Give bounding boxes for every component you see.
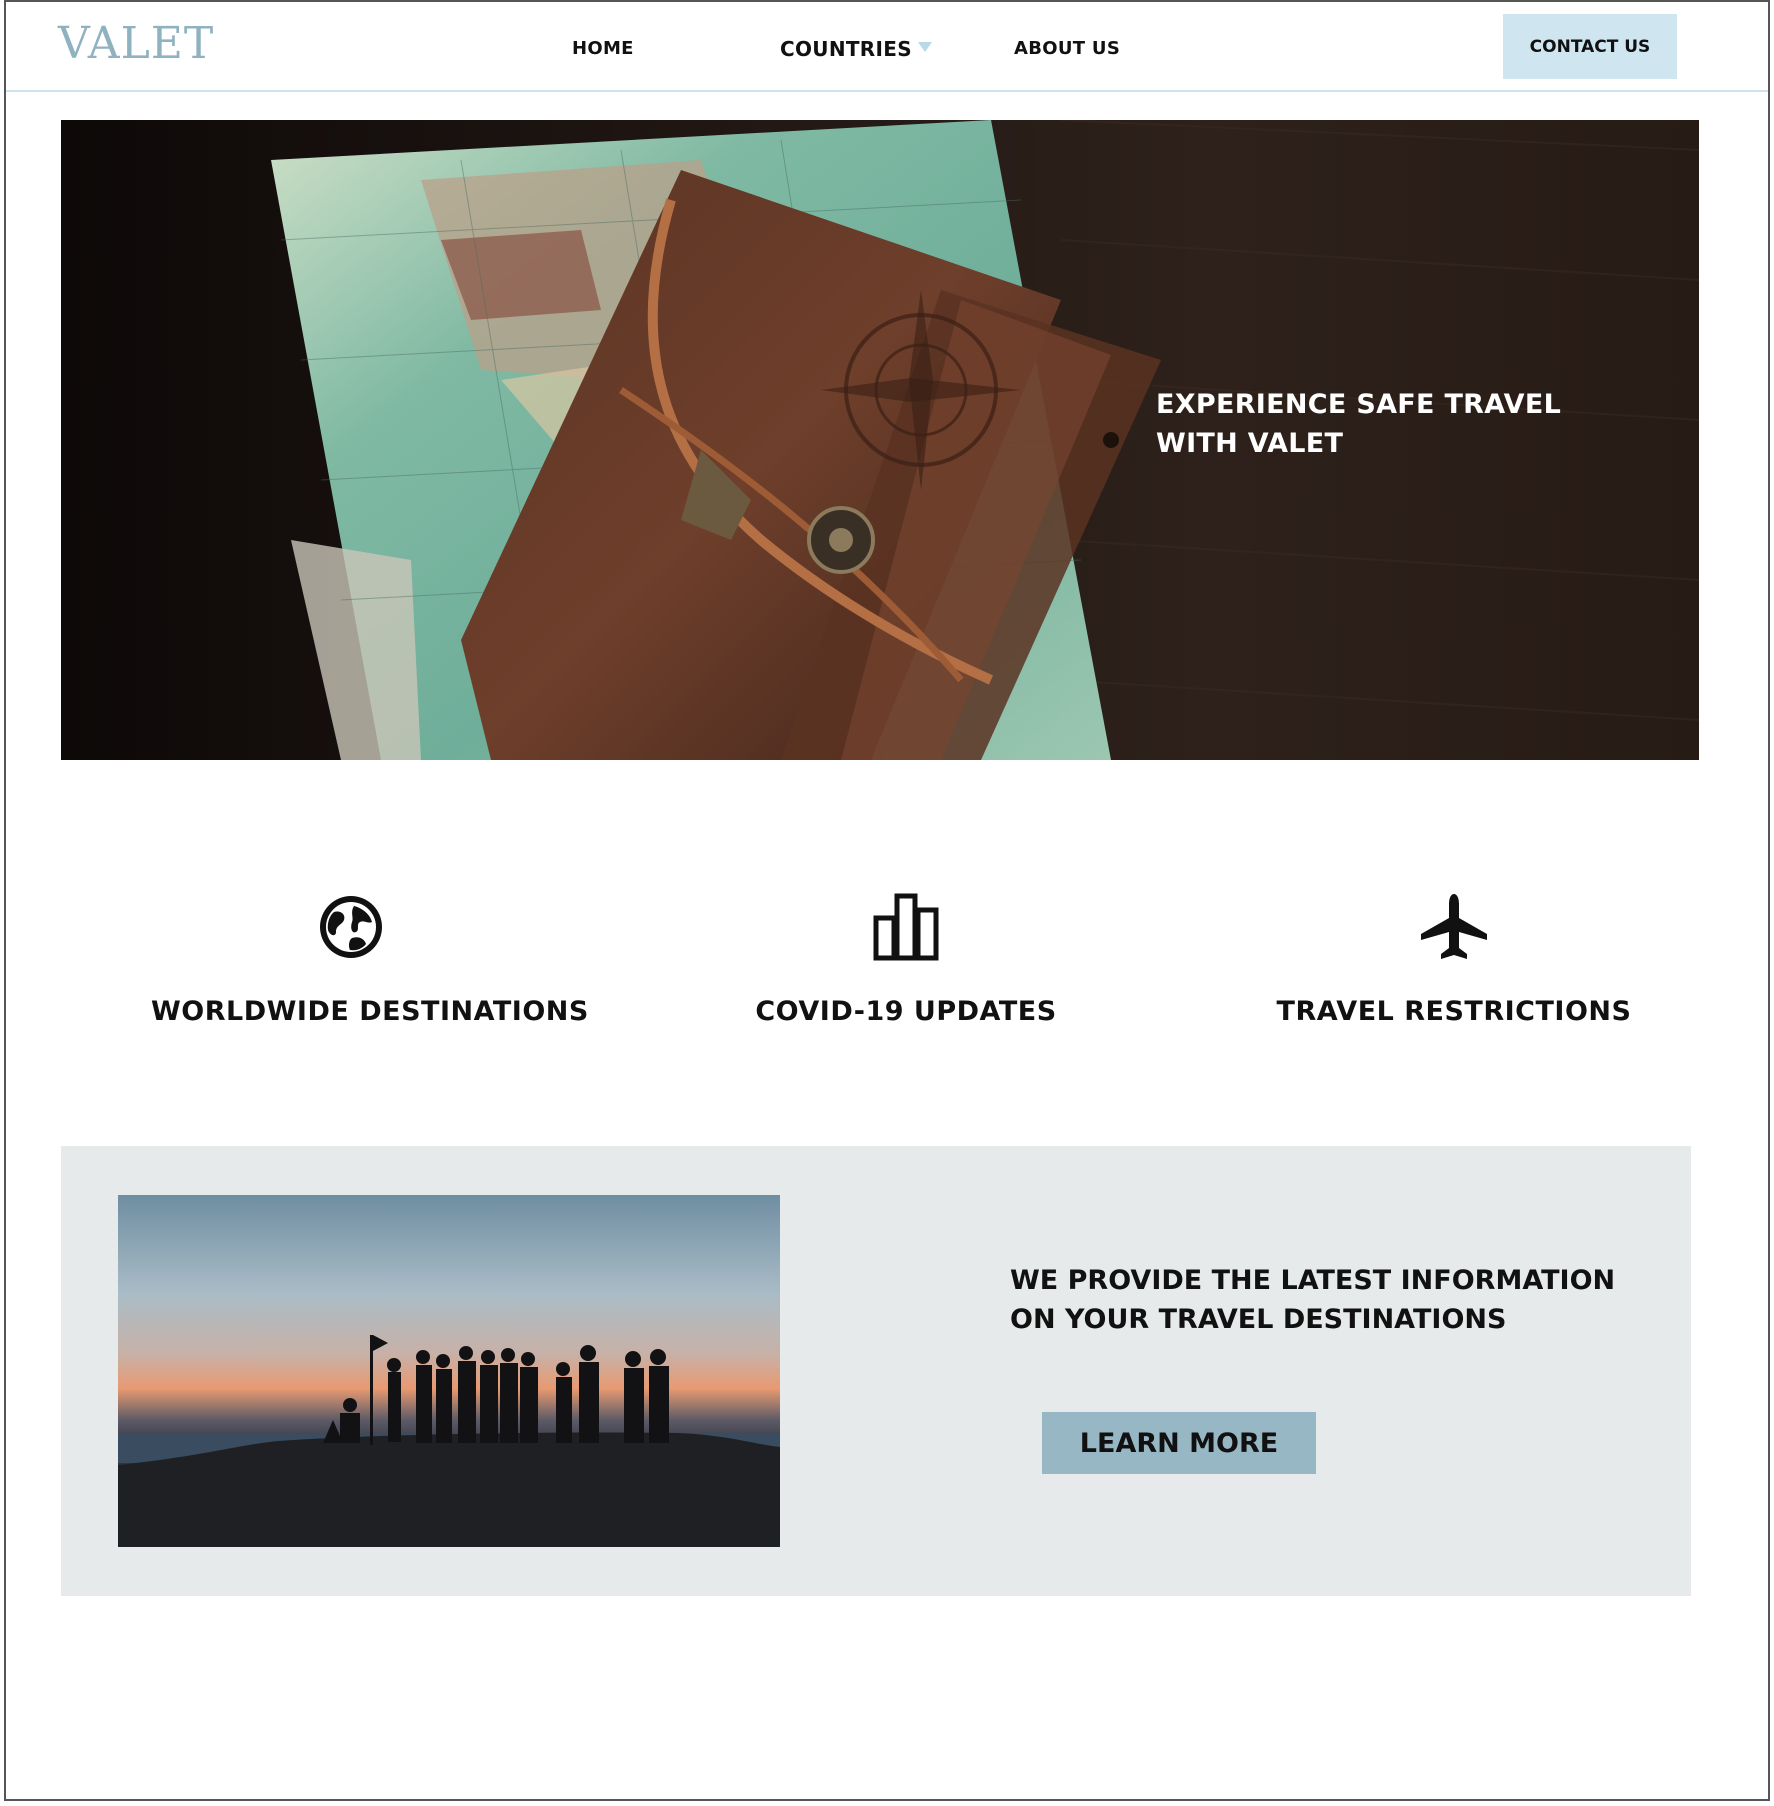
site-header: VALET HOME COUNTRIES ABOUT US CONTACT US xyxy=(6,2,1768,92)
page-frame: VALET HOME COUNTRIES ABOUT US CONTACT US xyxy=(4,0,1770,1801)
nav-home[interactable]: HOME xyxy=(572,38,634,59)
feature-label: COVID-19 UPDATES xyxy=(755,996,1057,1027)
nav-countries[interactable]: COUNTRIES xyxy=(780,37,932,61)
chevron-down-icon xyxy=(917,42,932,52)
contact-button[interactable]: CONTACT US xyxy=(1503,14,1677,79)
learn-more-button[interactable]: LEARN MORE xyxy=(1042,1412,1316,1474)
feature-label: WORLDWIDE DESTINATIONS xyxy=(151,996,589,1027)
info-panel: WE PROVIDE THE LATEST INFORMATION ON YOU… xyxy=(61,1146,1691,1596)
hero-headline: EXPERIENCE SAFE TRAVEL WITH VALET xyxy=(1156,389,1562,459)
feature-label: TRAVEL RESTRICTIONS xyxy=(1276,996,1632,1027)
feature-worldwide[interactable]: WORLDWIDE DESTINATIONS xyxy=(151,892,589,1027)
feature-restrictions[interactable]: TRAVEL RESTRICTIONS xyxy=(1254,892,1654,1027)
globe-icon xyxy=(151,892,551,966)
bar-chart-icon xyxy=(706,892,1106,966)
airplane-icon xyxy=(1254,892,1654,966)
group-sunset-photo xyxy=(118,1195,780,1547)
nav-countries-label: COUNTRIES xyxy=(780,37,912,61)
info-text: WE PROVIDE THE LATEST INFORMATION ON YOU… xyxy=(1010,1265,1616,1335)
hero-banner: EXPERIENCE SAFE TRAVEL WITH VALET xyxy=(61,120,1699,760)
logo[interactable]: VALET xyxy=(58,22,214,66)
nav-about[interactable]: ABOUT US xyxy=(1014,38,1120,59)
feature-covid[interactable]: COVID-19 UPDATES xyxy=(706,892,1106,1027)
